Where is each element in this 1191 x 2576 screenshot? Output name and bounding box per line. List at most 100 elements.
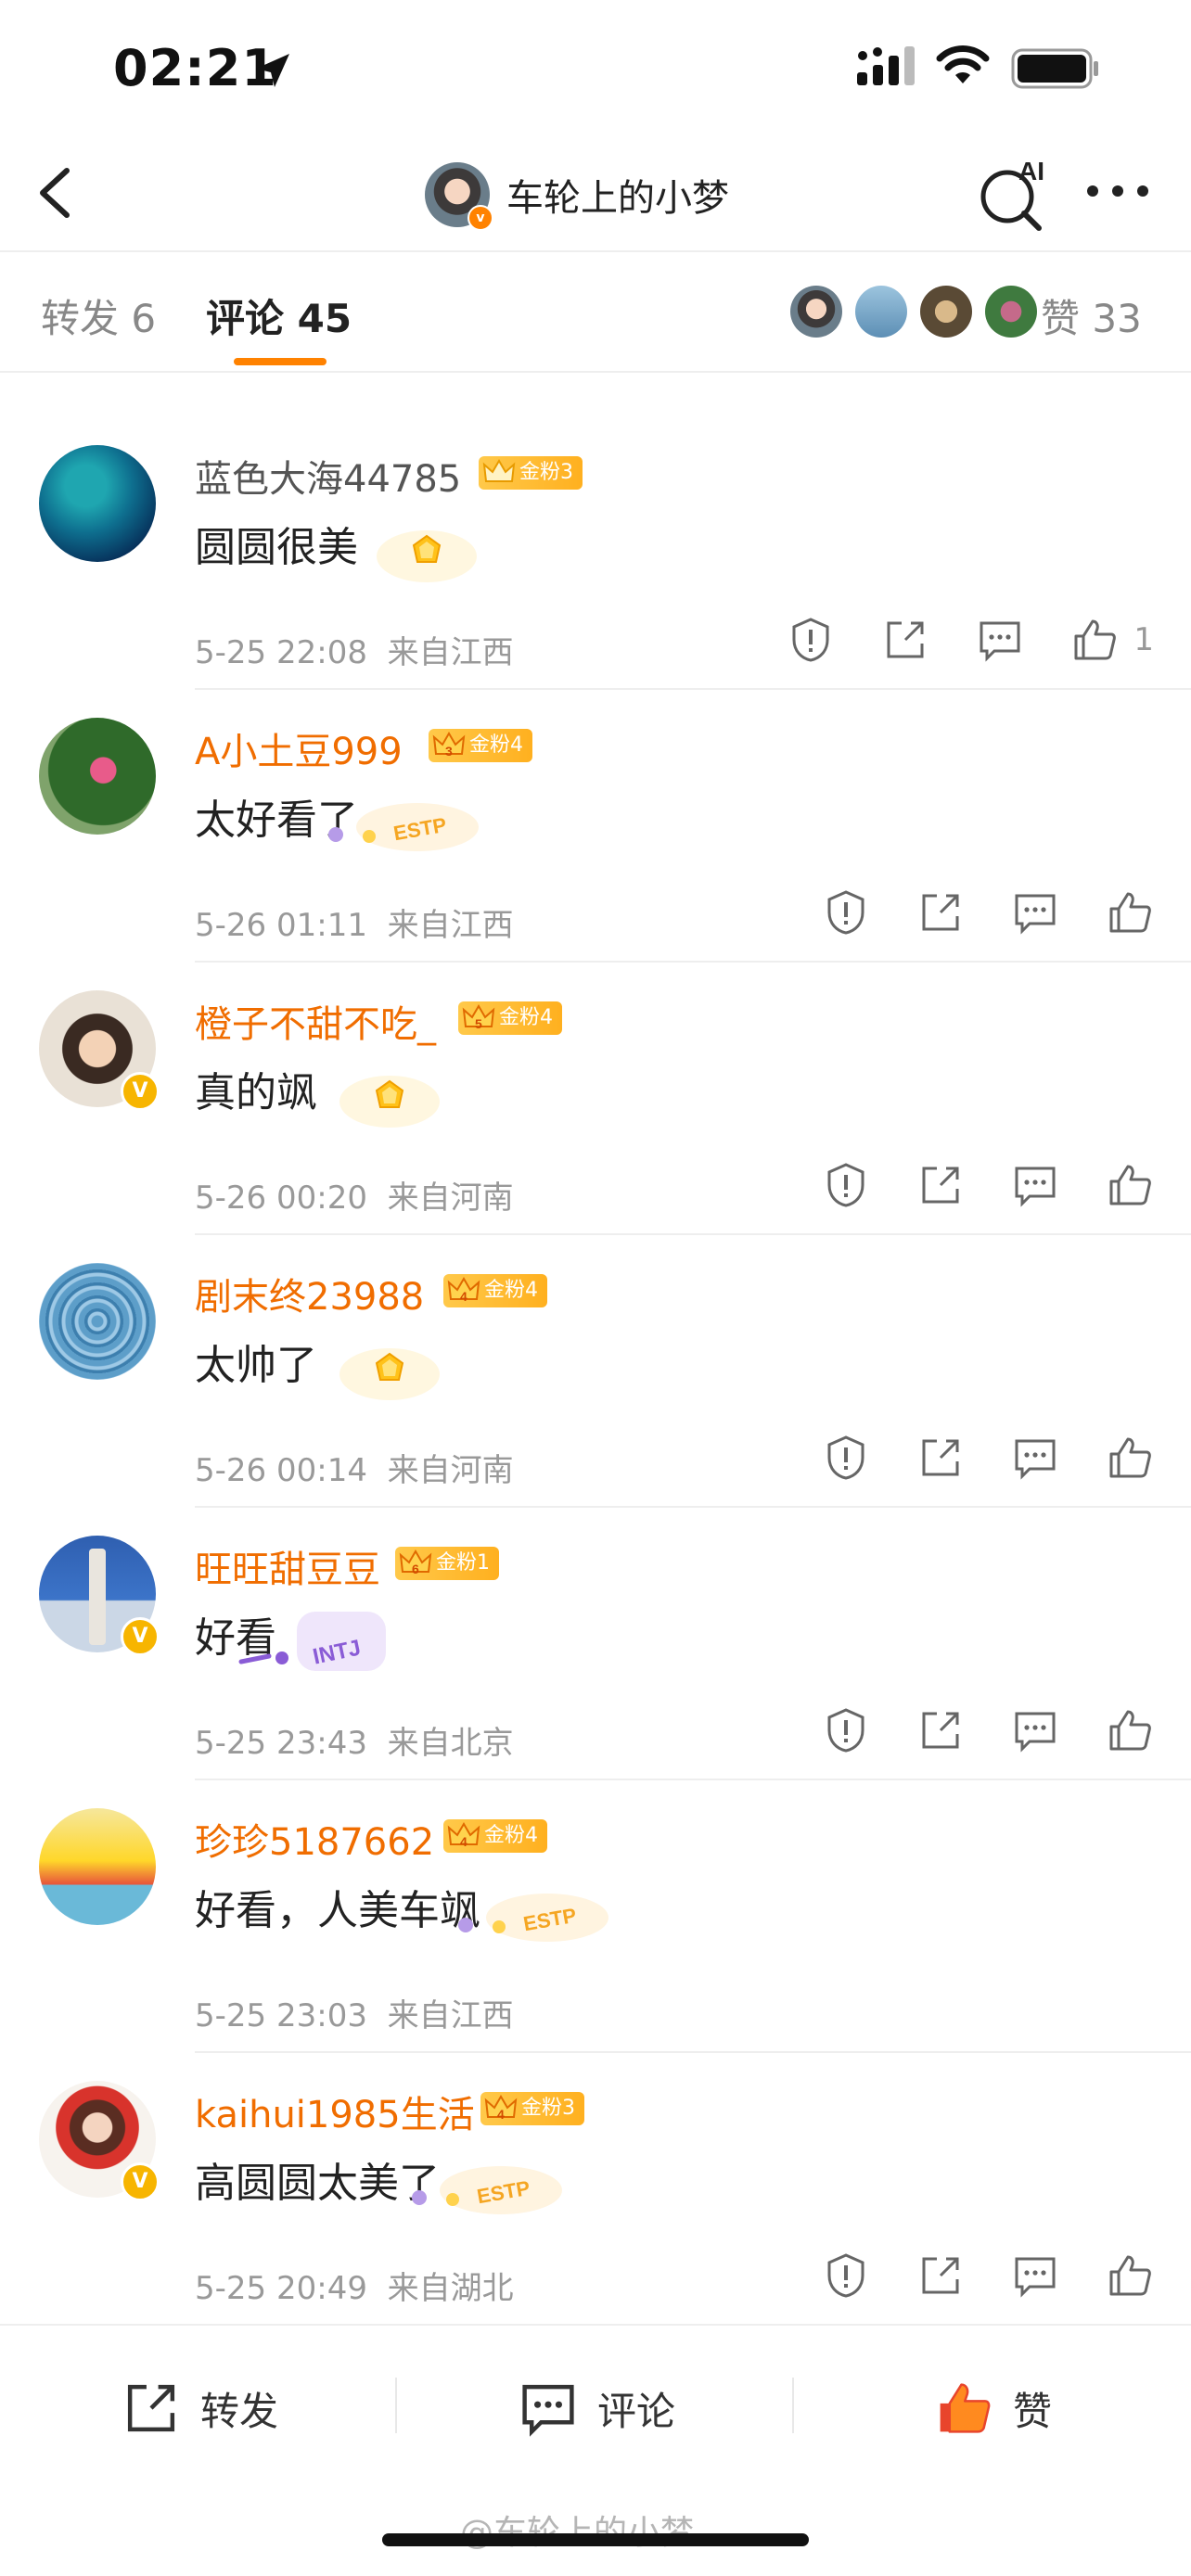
svg-text:4: 4 [460, 1834, 467, 1849]
avatar[interactable] [39, 1808, 156, 1925]
bottom-action-bar: 转发 评论 赞 @车轮上的小梦 [0, 2324, 1191, 2576]
comment-item[interactable]: V kaihui1985生活 4 金粉3 高圆圆太美了 ESTP 5-25 20… [0, 2053, 1191, 2324]
share-icon[interactable] [881, 616, 929, 664]
share-icon[interactable] [916, 1161, 965, 1209]
comment-meta: 5-25 20:49 来自湖北 [195, 2263, 514, 2308]
liker-avatar [790, 286, 842, 338]
report-icon[interactable] [822, 888, 870, 937]
comment-label: 评论 [597, 2388, 676, 2434]
comment-time: 5-25 23:03 [195, 1997, 367, 2034]
mbti-estp-sticker: ESTP [328, 803, 479, 851]
active-tab-indicator [234, 358, 327, 365]
gold-medal-sticker [339, 1076, 440, 1128]
reply-icon[interactable] [1011, 2251, 1059, 2300]
share-icon[interactable] [916, 1434, 965, 1482]
comment-meta: 5-26 00:14 来自河南 [195, 1445, 514, 1490]
signal-icon [857, 46, 915, 85]
mbti-estp-sticker: ESTP [412, 2166, 562, 2214]
avatar[interactable] [39, 718, 156, 835]
bottom-divider [792, 2378, 794, 2433]
commenter-name[interactable]: 蓝色大海44785 [195, 449, 461, 503]
reply-icon[interactable] [1011, 1161, 1059, 1209]
thumbs-up-icon[interactable] [1106, 1161, 1154, 1209]
report-icon[interactable] [787, 616, 835, 664]
reply-icon[interactable] [1011, 1434, 1059, 1482]
commenter-name[interactable]: 旺旺甜豆豆 [195, 1539, 380, 1593]
fan-badge-label: 金粉4 [499, 1006, 553, 1029]
battery-icon [1011, 48, 1098, 89]
avatar[interactable] [39, 445, 156, 562]
report-icon[interactable] [822, 1161, 870, 1209]
share-icon[interactable] [916, 1706, 965, 1754]
like-count: 1 [1133, 621, 1154, 658]
report-icon[interactable] [822, 1434, 870, 1482]
fan-badge: 4 金粉4 [443, 1819, 547, 1853]
comment-list[interactable]: 蓝色大海44785 金粉3 圆圆很美 5-25 22:08 来自江西 1 A小土… [0, 373, 1191, 2324]
tab-repost[interactable]: 转发 6 [41, 287, 156, 344]
reply-icon[interactable] [1011, 1706, 1059, 1754]
like-button[interactable]: 赞 [933, 2378, 1052, 2439]
svg-text:4: 4 [497, 2107, 505, 2122]
verified-badge: V [121, 1072, 160, 1111]
bottom-divider [395, 2378, 397, 2433]
commenter-name[interactable]: 剧末终23988 [195, 1267, 424, 1320]
thumbs-up-icon[interactable] [1106, 2251, 1154, 2300]
ai-search-icon[interactable]: AI [974, 154, 1057, 232]
commenter-name[interactable]: 橙子不甜不吃_ [195, 994, 436, 1048]
comment-button[interactable]: 评论 [518, 2378, 675, 2439]
comment-time: 5-26 01:11 [195, 907, 367, 944]
commenter-name[interactable]: kaihui1985生活 [195, 2085, 475, 2138]
gold-medal-sticker [377, 530, 477, 582]
comment-meta: 5-26 01:11 来自江西 [195, 899, 514, 945]
crown-icon: 5 [462, 1004, 495, 1031]
comment-item[interactable]: V 橙子不甜不吃_ 5 金粉4 真的飒 5-26 00:20 来自河南 [0, 963, 1191, 1235]
comment-time: 5-26 00:14 [195, 1452, 367, 1489]
header-title-group[interactable]: v 车轮上的小梦 [425, 158, 729, 232]
comment-item[interactable]: 珍珍5187662 4 金粉4 好看，人美车飒 ESTP 5-25 23:03 … [0, 1780, 1191, 2053]
comment-meta: 5-25 23:03 来自江西 [195, 1990, 514, 2035]
verified-badge: V [121, 1617, 160, 1656]
thumbs-up-icon[interactable] [1106, 888, 1154, 937]
like-label: 赞 [1013, 2388, 1053, 2434]
liker-avatars[interactable] [790, 286, 1050, 338]
comment-text: 太帅了 [195, 1342, 317, 1389]
reply-icon[interactable] [976, 616, 1024, 664]
comment-item[interactable]: V 旺旺甜豆豆 6 金粉1 好看 INTJ 5-25 23:43 来自北京 [0, 1508, 1191, 1780]
repost-label: 转发 [200, 2388, 279, 2434]
comment-item[interactable]: 剧末终23988 4 金粉4 太帅了 5-26 00:14 来自河南 [0, 1235, 1191, 1508]
comment-meta: 5-26 00:20 来自河南 [195, 1172, 514, 1218]
home-indicator[interactable] [382, 2533, 809, 2546]
tab-like[interactable]: 赞 33 [1041, 287, 1142, 344]
tab-comment[interactable]: 评论 45 [206, 287, 352, 344]
report-icon[interactable] [822, 1706, 870, 1754]
svg-text:3: 3 [445, 744, 453, 759]
thumbs-up-icon[interactable] [1106, 1434, 1154, 1482]
comment-text: 真的飒 [195, 1069, 317, 1116]
page-title: 车轮上的小梦 [506, 177, 729, 220]
reply-icon[interactable] [1011, 888, 1059, 937]
commenter-name[interactable]: A小土豆999 [195, 721, 403, 775]
reply-icon [522, 2384, 574, 2437]
comment-item[interactable]: 蓝色大海44785 金粉3 圆圆很美 5-25 22:08 来自江西 1 [0, 417, 1191, 690]
weibo-comments-screen: 02:21 v 车轮上的小梦 AI 转发 6 评论 45 赞 33 蓝色大海44… [0, 0, 1191, 2576]
share-icon[interactable] [916, 2251, 965, 2300]
comment-location: 来自江西 [387, 634, 514, 671]
repost-button[interactable]: 转发 [121, 2378, 278, 2439]
comment-time: 5-25 23:43 [195, 1725, 367, 1762]
svg-text:AI: AI [1018, 157, 1044, 185]
comment-meta: 5-25 23:43 来自北京 [195, 1717, 514, 1763]
commenter-name[interactable]: 珍珍5187662 [195, 1812, 434, 1866]
header-avatar[interactable]: v [425, 162, 493, 231]
comment-actions [775, 1161, 1154, 1209]
report-icon[interactable] [822, 2251, 870, 2300]
thumbs-up-icon[interactable] [1106, 1706, 1154, 1754]
thumbs-up-icon[interactable] [1070, 616, 1119, 664]
comment-item[interactable]: A小土豆999 3 金粉4 太好看了 ESTP 5-26 01:11 来自江西 [0, 690, 1191, 963]
avatar[interactable] [39, 1263, 156, 1380]
svg-text:4: 4 [460, 1289, 467, 1304]
fan-badge: 6 金粉1 [395, 1547, 499, 1580]
share-icon[interactable] [916, 888, 965, 937]
back-chevron-icon[interactable] [26, 158, 85, 228]
more-dots-icon[interactable] [1083, 180, 1152, 202]
svg-text:6: 6 [412, 1562, 419, 1576]
